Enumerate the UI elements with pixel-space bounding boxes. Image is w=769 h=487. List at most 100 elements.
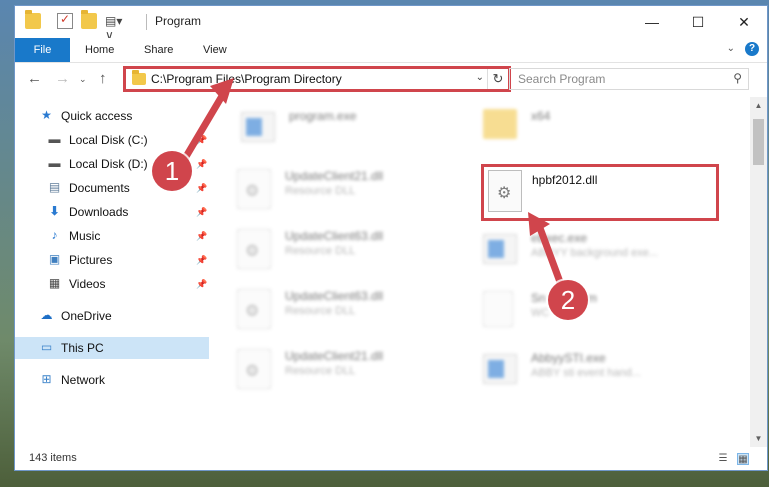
file-name: UpdateClient63.dll bbox=[285, 229, 384, 243]
sidebar-item-quick-access[interactable]: ★ Quick access bbox=[39, 105, 209, 127]
sidebar-item-label: Quick access bbox=[61, 109, 133, 123]
sidebar-item-music[interactable]: ♪ Music 📌 bbox=[47, 225, 209, 247]
pin-icon[interactable]: 📌 bbox=[196, 129, 207, 151]
file-type: Resource DLL bbox=[285, 245, 356, 257]
refresh-icon[interactable]: ↻ bbox=[487, 69, 508, 89]
sidebar-item-label: Music bbox=[69, 229, 101, 243]
pin-icon[interactable]: 📌 bbox=[196, 201, 207, 223]
film-icon: ▦ bbox=[48, 276, 61, 290]
navigation-pane: ★ Quick access ▬ Local Disk (C:) 📌 ▬ Loc… bbox=[15, 97, 210, 447]
search-icon[interactable]: ⚲ bbox=[733, 71, 742, 85]
sidebar-item-network[interactable]: ⊞ Network bbox=[39, 369, 209, 391]
gear-icon: ⚙ bbox=[497, 185, 512, 202]
window-title: Program bbox=[155, 14, 202, 28]
list-item[interactable]: ⚙ UpdateClient63.dll Resource DLL bbox=[237, 289, 457, 339]
dll-file-icon: ⚙ bbox=[237, 229, 271, 269]
list-item[interactable]: ⚙ UpdateClient21.dll Resource DLL bbox=[237, 349, 457, 399]
sidebar-item-label: Videos bbox=[69, 277, 106, 291]
sidebar-item-downloads[interactable]: ⬇ Downloads 📌 bbox=[47, 201, 209, 223]
expand-ribbon-icon[interactable]: ⌄ bbox=[727, 43, 735, 54]
list-item[interactable]: eExec.exe ABBYY background exe... bbox=[483, 231, 683, 281]
sidebar-item-label: OneDrive bbox=[61, 309, 112, 323]
sidebar-item-videos[interactable]: ▦ Videos 📌 bbox=[47, 273, 209, 295]
vertical-scrollbar[interactable]: ▲ ▼ bbox=[750, 97, 767, 447]
sidebar-item-label: This PC bbox=[61, 341, 104, 355]
dll-file-icon: ⚙ bbox=[237, 289, 271, 329]
close-button[interactable]: ✕ bbox=[721, 6, 767, 38]
up-arrow-icon[interactable]: ↑ bbox=[99, 70, 107, 87]
drive-icon: ▬ bbox=[48, 132, 61, 146]
scroll-thumb[interactable] bbox=[753, 119, 764, 165]
sidebar-item-label: Local Disk (C:) bbox=[69, 133, 148, 147]
file-name: program.exe bbox=[289, 109, 357, 123]
large-icons-view-icon[interactable]: ▦ bbox=[737, 453, 749, 465]
tab-share[interactable]: Share bbox=[144, 38, 173, 62]
details-view-icon[interactable]: ☰ bbox=[717, 453, 729, 465]
list-item[interactable]: ⚙ UpdateClient21.dll Resource DLL bbox=[237, 169, 457, 219]
file-name: AbbyySTI.exe bbox=[531, 351, 606, 365]
star-icon: ★ bbox=[41, 108, 52, 122]
file-name: UpdateClient63.dll bbox=[285, 289, 384, 303]
step-badge-1: 1 bbox=[152, 151, 192, 191]
file-name: x64 bbox=[531, 109, 551, 123]
pin-icon[interactable]: 📌 bbox=[196, 225, 207, 247]
folder-icon bbox=[25, 10, 41, 29]
forward-arrow-icon[interactable]: → bbox=[55, 70, 70, 87]
navigation-bar: ← → ⌄ ↑ C:\Program Files\Program Directo… bbox=[15, 63, 767, 97]
address-dropdown-icon[interactable]: ⌄ bbox=[476, 72, 484, 83]
new-folder-icon[interactable] bbox=[81, 10, 97, 29]
properties-icon[interactable] bbox=[57, 12, 73, 29]
file-type: Resource DLL bbox=[285, 365, 356, 377]
status-bar: 143 items ☰ ▦ bbox=[15, 447, 767, 470]
list-item[interactable]: x64 bbox=[483, 109, 683, 159]
back-arrow-icon[interactable]: ← bbox=[27, 70, 42, 87]
sidebar-item-pictures[interactable]: ▣ Pictures 📌 bbox=[47, 249, 209, 271]
cloud-icon: ☁ bbox=[40, 308, 53, 322]
exe-file-icon bbox=[483, 354, 517, 384]
address-path[interactable]: C:\Program Files\Program Directory bbox=[151, 72, 342, 86]
address-bar[interactable]: C:\Program Files\Program Directory ⌄ ↻ bbox=[123, 66, 511, 92]
tab-home[interactable]: Home bbox=[85, 38, 114, 62]
gear-icon: ⚙ bbox=[245, 243, 260, 260]
sidebar-item-local-disk-c[interactable]: ▬ Local Disk (C:) 📌 bbox=[47, 129, 209, 151]
file-name: UpdateClient21.dll bbox=[285, 169, 384, 183]
document-icon: ▤ bbox=[48, 180, 61, 194]
ribbon-tabs: File Home Share View ⌄ ? bbox=[15, 38, 767, 63]
minimize-button[interactable]: — bbox=[629, 6, 675, 38]
exe-file-icon bbox=[241, 112, 275, 142]
download-arrow-icon: ⬇ bbox=[49, 204, 60, 218]
dll-file-icon: ⚙ bbox=[488, 170, 522, 212]
document-file-icon bbox=[483, 291, 513, 327]
search-input[interactable]: Search Program bbox=[518, 72, 605, 86]
sidebar-item-label: Documents bbox=[69, 181, 130, 195]
sidebar-item-this-pc[interactable]: ▭ This PC bbox=[15, 337, 209, 359]
network-icon: ⊞ bbox=[41, 372, 52, 386]
file-type: Resource DLL bbox=[285, 185, 356, 197]
list-item[interactable]: ⚙ UpdateClient63.dll Resource DLL bbox=[237, 229, 457, 279]
file-type: ABBY sti event hand... bbox=[531, 367, 641, 379]
title-bar: ▤▾ ⊻ Program — ☐ ✕ bbox=[15, 6, 767, 44]
pin-icon[interactable]: 📌 bbox=[196, 249, 207, 271]
pin-icon[interactable]: 📌 bbox=[196, 273, 207, 295]
recent-locations-chevron-icon[interactable]: ⌄ bbox=[79, 74, 87, 85]
search-box[interactable]: Search Program ⚲ bbox=[509, 68, 749, 90]
list-item[interactable]: AbbyySTI.exe ABBY sti event hand... bbox=[483, 351, 683, 401]
list-item[interactable]: program.exe bbox=[241, 109, 441, 159]
highlighted-file-hpbf2012[interactable]: ⚙ hpbf2012.dll bbox=[481, 164, 719, 221]
maximize-button[interactable]: ☐ bbox=[675, 6, 721, 38]
scroll-down-icon[interactable]: ▼ bbox=[750, 430, 767, 447]
dll-file-icon: ⚙ bbox=[237, 349, 271, 389]
pin-icon[interactable]: 📌 bbox=[196, 177, 207, 199]
help-icon[interactable]: ? bbox=[745, 42, 759, 56]
sidebar-item-onedrive[interactable]: ☁ OneDrive bbox=[39, 305, 209, 327]
sidebar-item-label: Network bbox=[61, 373, 106, 387]
tab-file[interactable]: File bbox=[15, 38, 70, 62]
tab-view[interactable]: View bbox=[203, 38, 227, 62]
scroll-up-icon[interactable]: ▲ bbox=[750, 97, 767, 114]
pin-icon[interactable]: 📌 bbox=[196, 153, 207, 175]
file-type: Resource DLL bbox=[285, 305, 356, 317]
item-count: 143 items bbox=[29, 452, 77, 464]
folder-icon bbox=[483, 109, 517, 139]
sidebar-item-label: Local Disk (D:) bbox=[69, 157, 148, 171]
customize-quick-access-icon[interactable]: ▤▾ ⊻ bbox=[105, 13, 133, 44]
